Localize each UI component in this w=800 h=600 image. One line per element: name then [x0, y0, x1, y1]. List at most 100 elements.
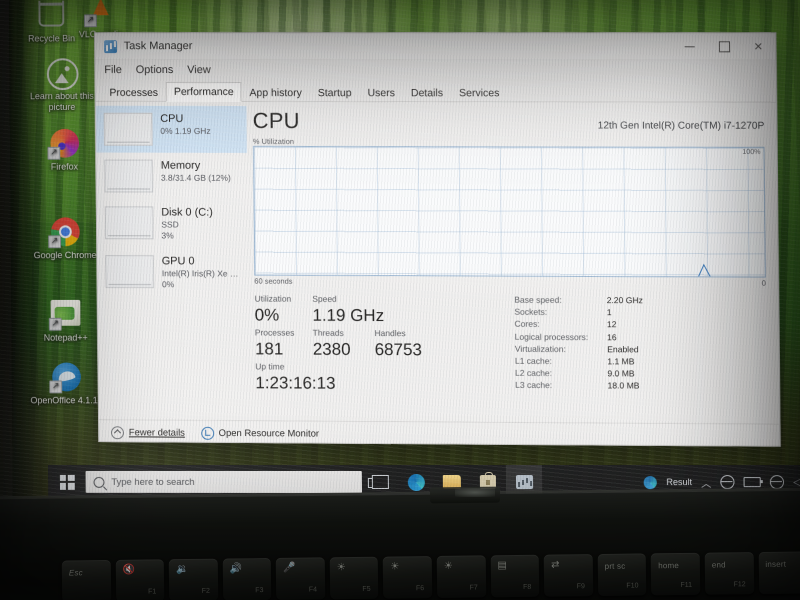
graph-y-axis-label: % Utilization — [252, 136, 295, 146]
sidebar-item-sub: 3.8/31.4 GB (12%) — [160, 172, 231, 183]
memory-thumbnail-graph — [104, 159, 154, 193]
task-view-icon — [371, 474, 389, 489]
desktop-icon-label: Google Chrome — [33, 250, 97, 261]
tab-services[interactable]: Services — [451, 83, 508, 102]
key-fn-label: F9 — [576, 583, 585, 591]
onedrive-icon[interactable] — [720, 475, 735, 490]
key-f1-mute[interactable]: 🔇 F1 — [115, 559, 165, 600]
open-resource-monitor-link[interactable]: Open Resource Monitor — [200, 426, 320, 440]
windows-logo-icon — [59, 474, 75, 490]
key-fn-label: F12 — [733, 581, 746, 589]
desktop-icon-label: OpenOffice 4.1.11 — [30, 395, 102, 406]
chrome-icon: ↗ — [48, 217, 80, 249]
tab-startup[interactable]: Startup — [310, 83, 360, 102]
cpu-primary-stats: Utilization 0% Speed 1.19 GHz Processes … — [254, 293, 505, 396]
stat-value: 1.19 GHz — [312, 305, 385, 326]
spec-key: L1 cache: — [514, 355, 552, 366]
spec-value: 9.0 MB — [607, 368, 635, 379]
menu-item-options[interactable]: Options — [136, 64, 174, 76]
minimize-button[interactable] — [672, 33, 707, 59]
tab-users[interactable]: Users — [359, 83, 403, 102]
shortcut-arrow-icon: ↗ — [49, 380, 63, 394]
edge-icon — [407, 473, 425, 491]
sidebar-item-sub: SSD — [161, 219, 179, 230]
desktop-icon-learn-about-picture[interactable]: Learn about this picture — [21, 58, 102, 113]
key-fn-label: F1 — [148, 588, 157, 596]
key-fn-label: F8 — [523, 583, 532, 591]
battery-icon[interactable] — [743, 477, 761, 488]
cpu-utilization-trace — [254, 147, 765, 278]
laptop-screen: Recycle Bin ↗ VLC media Learn about this… — [0, 0, 800, 498]
spec-value: 2.20 GHz — [606, 295, 643, 306]
key-f4-mic-mute[interactable]: 🎤 F4 — [276, 557, 326, 600]
spec-value: 1.1 MB — [607, 356, 635, 367]
microphone-mute-icon: 🎤 — [283, 562, 296, 574]
key-f7-brightness-up[interactable]: ☀ F7 — [436, 555, 486, 598]
key-f8-display-switch[interactable]: ▤ F8 — [490, 554, 540, 598]
resource-monitor-icon — [200, 426, 214, 440]
menu-item-file[interactable]: File — [104, 64, 122, 76]
key-insert[interactable]: insert — [758, 551, 800, 595]
sidebar-item-cpu[interactable]: CPU 0% 1.19 GHz — [95, 105, 248, 153]
stat-processes: Processes 181 — [255, 326, 313, 360]
key-f3-volume-up[interactable]: 🔊 F3 — [222, 557, 272, 600]
sidebar-item-disk0[interactable]: Disk 0 (C:) SSD 3% — [97, 199, 248, 248]
chevron-up-icon[interactable]: ︿ — [701, 475, 711, 490]
openoffice-icon: ↗ — [49, 362, 81, 394]
stat-threads: Threads 2380 — [313, 327, 375, 361]
key-f6-brightness-down[interactable]: ☀ F6 — [383, 556, 433, 599]
key-f2-volume-down[interactable]: 🔉 F2 — [168, 558, 218, 600]
stat-value: 1:23:16:13 — [255, 373, 336, 393]
volume-down-icon: 🔉 — [175, 564, 189, 576]
key-label: Esc — [68, 568, 83, 578]
sidebar-item-label: Disk 0 (C:) — [161, 206, 213, 219]
task-manager-icon — [515, 475, 533, 490]
firefox-icon: ↗ — [47, 128, 79, 160]
search-input[interactable]: Type here to search — [85, 470, 362, 493]
key-f5-keyboard-backlight[interactable]: ☀ F5 — [329, 556, 379, 600]
key-f9[interactable]: ⇄ F9 — [543, 554, 594, 597]
notepadpp-icon: ↗ — [48, 299, 81, 331]
key-f10-print-screen[interactable]: prt sc F10 — [597, 553, 647, 597]
desktop-icon-label: Firefox — [50, 161, 79, 172]
stat-value: 181 — [254, 339, 284, 359]
display-switch-icon: ▤ — [497, 560, 507, 572]
sidebar-item-gpu0[interactable]: GPU 0 Intel(R) Iris(R) Xe Grap… 0% — [97, 248, 248, 297]
tab-details[interactable]: Details — [403, 83, 451, 102]
desktop-icon-firefox[interactable]: ↗ Firefox — [28, 128, 101, 173]
maximize-button[interactable] — [707, 33, 742, 59]
key-f11-home[interactable]: home F11 — [651, 552, 701, 596]
graph-time-start-label: 60 seconds — [254, 276, 293, 286]
desktop-icon-openoffice[interactable]: ↗ OpenOffice 4.1.11 — [29, 362, 102, 406]
desktop-icon-google-chrome[interactable]: ↗ Google Chrome — [28, 217, 101, 261]
stat-label: Handles — [374, 328, 406, 339]
graph-max-label: 100% — [742, 148, 761, 156]
sidebar-item-memory[interactable]: Memory 3.8/31.4 GB (12%) — [96, 153, 247, 200]
tab-app-history[interactable]: App history — [241, 83, 309, 102]
status-bar: Fewer details Open Resource Monitor — [99, 419, 780, 447]
start-button[interactable] — [48, 465, 86, 498]
tab-processes[interactable]: Processes — [101, 83, 166, 102]
key-fn-label: F11 — [680, 581, 693, 589]
desktop-icon-notepadpp[interactable]: ↗ Notepad++ — [29, 298, 103, 344]
key-fn-label: F5 — [362, 585, 371, 593]
close-button[interactable]: ✕ — [741, 33, 776, 59]
tray-app-icon[interactable] — [644, 475, 658, 489]
menu-bar: File Options View — [95, 60, 776, 81]
key-fn-label: F6 — [415, 585, 425, 593]
search-placeholder: Type here to search — [111, 476, 195, 488]
cpu-statistics: Utilization 0% Speed 1.19 GHz Processes … — [254, 293, 767, 398]
volume-icon[interactable]: ◁)) — [793, 477, 800, 488]
key-esc[interactable]: Esc — [61, 559, 111, 600]
stat-value: 0% — [254, 305, 280, 325]
shortcut-arrow-icon: ↗ — [47, 146, 61, 160]
menu-item-view[interactable]: View — [187, 64, 211, 76]
fewer-details-button[interactable]: Fewer details — [110, 425, 185, 439]
spec-key: L3 cache: — [515, 380, 553, 391]
key-fn-label: F3 — [255, 587, 264, 595]
tab-performance[interactable]: Performance — [165, 82, 242, 103]
key-f12-end[interactable]: end F12 — [704, 552, 754, 595]
window-title-bar[interactable]: Task Manager ✕ — [95, 33, 776, 61]
stat-value: 68753 — [374, 340, 423, 360]
resource-monitor-label: Open Resource Monitor — [218, 427, 320, 440]
